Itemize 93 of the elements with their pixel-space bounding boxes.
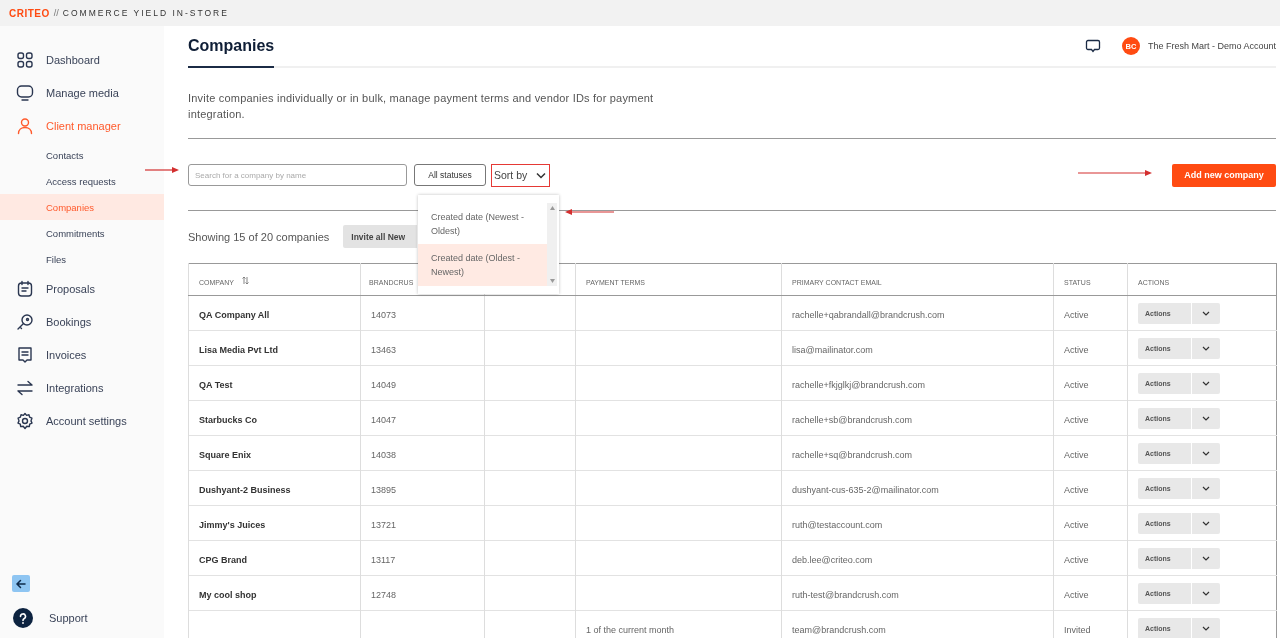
question-mark-icon <box>19 612 27 624</box>
table-cell: Active <box>1064 310 1089 320</box>
receipt-icon <box>16 345 34 364</box>
caret-icon <box>1202 310 1210 316</box>
table-cell: team@brandcrush.com <box>792 625 886 635</box>
table-cell: Square Enix <box>199 450 252 460</box>
table-cell: Dushyant-2 Business <box>199 485 291 495</box>
caret-icon <box>1202 485 1210 491</box>
caret-icon <box>1202 415 1210 421</box>
table-cell: CPG Brand <box>199 555 247 565</box>
support-link[interactable]: Support <box>0 592 164 638</box>
menu-option[interactable]: Created date (Newest - Oldest) <box>418 202 547 244</box>
collapse-button[interactable] <box>12 575 30 592</box>
table-cell: rachelle+fkjglkj@brandcrush.com <box>792 380 925 390</box>
caret-icon <box>1202 520 1210 526</box>
sidebar-item[interactable]: Proposals <box>0 272 164 305</box>
table-cell: Lisa Media Pvt Ltd <box>199 345 278 355</box>
table-cell: rachelle+qabrandall@brandcrush.com <box>792 310 945 320</box>
table-cell: Active <box>1064 520 1089 530</box>
sidebar-item[interactable]: Bookings <box>0 305 164 338</box>
caret-icon <box>1202 590 1210 596</box>
invite-button[interactable]: Invite all New <box>343 225 418 248</box>
sort-arrows-icon[interactable] <box>241 275 249 285</box>
sidebar-subitem[interactable]: Files <box>0 246 164 272</box>
brand-logo: CRITEO <box>9 7 50 19</box>
scrollbar[interactable] <box>547 202 557 286</box>
table-cell: 12748 <box>371 590 397 600</box>
table-cell: 13895 <box>371 485 397 495</box>
table-cell: 13117 <box>371 555 396 565</box>
sidebar-subitem[interactable]: Commitments <box>0 220 164 246</box>
table-cell: Active <box>1064 450 1089 460</box>
table-cell: dushyant-cus-635-2@mailinator.com <box>792 485 939 495</box>
table-cell: Active <box>1064 555 1089 565</box>
page-description: Invite companies individually or in bulk, manage payment terms and vendor IDs for payment integration. <box>188 91 655 122</box>
chat-bubble-icon <box>1084 38 1101 54</box>
logo-separator: // <box>53 8 59 18</box>
product-name: COMMERCE YIELD IN-STORE <box>62 8 229 18</box>
annotation-arrow-icon <box>565 207 615 217</box>
scroll-down-icon <box>549 278 555 283</box>
status-filter-button[interactable]: All statuses <box>414 164 486 186</box>
swap-arrows-icon <box>16 378 34 397</box>
table-cell: Active <box>1064 345 1089 355</box>
caret-icon <box>1202 380 1210 386</box>
table-cell: 14038 <box>371 450 397 460</box>
account-name[interactable]: The Fresh Mart - Demo Account <box>1147 41 1276 51</box>
table-cell: 14049 <box>371 380 397 390</box>
sort-dropdown[interactable]: Sort by <box>491 163 550 187</box>
results-count: Showing 15 of 20 companies <box>188 230 330 243</box>
person-icon <box>16 116 34 135</box>
gear-icon <box>16 411 34 430</box>
sidebar-subitem[interactable]: Access requests <box>0 168 164 194</box>
table-cell: ruth@testaccount.com <box>792 520 883 530</box>
table-cell: Active <box>1064 590 1089 600</box>
search-field[interactable]: Search for a company by name <box>188 164 407 186</box>
table-cell: QA Company All <box>199 310 270 320</box>
table-cell: Active <box>1064 485 1089 495</box>
table-cell: Jimmy's Juices <box>199 520 266 530</box>
table-cell: 13721 <box>371 520 397 530</box>
table-cell: deb.lee@criteo.com <box>792 555 873 565</box>
table-cell: Active <box>1064 415 1089 425</box>
sidebar-subitem[interactable]: Contacts <box>0 142 164 168</box>
annotation-arrow-icon <box>1078 168 1152 178</box>
table-cell: Starbucks Co <box>199 415 258 425</box>
annotation-arrow-icon <box>145 165 179 175</box>
table-cell: 14073 <box>371 310 397 320</box>
sidebar-item[interactable]: Dashboard <box>0 43 164 76</box>
table-cell: 1 of the current month <box>586 625 675 635</box>
sidebar-item[interactable]: Integrations <box>0 371 164 404</box>
table-cell: lisa@mailinator.com <box>792 345 873 355</box>
table-cell: QA Test <box>199 380 233 390</box>
arrow-left-icon <box>15 577 27 590</box>
key-icon <box>16 312 34 331</box>
sidebar-item[interactable]: Account settings <box>0 404 164 437</box>
menu-option[interactable]: Created date (Oldest - Newest) <box>418 244 547 286</box>
monitor-icon <box>16 83 34 102</box>
caret-icon <box>1202 345 1210 351</box>
table-cell: Invited <box>1064 625 1091 635</box>
caret-icon <box>1202 555 1210 561</box>
grid-icon <box>16 50 34 69</box>
table-cell: 14047 <box>371 415 397 425</box>
page-title: Companies <box>188 36 275 56</box>
table-cell: My cool shop <box>199 590 257 600</box>
table-cell: rachelle+sb@brandcrush.com <box>792 415 912 425</box>
caret-icon <box>1202 625 1210 631</box>
document-icon <box>16 279 34 298</box>
table-cell: ruth-test@brandcrush.com <box>792 590 899 600</box>
sidebar-item[interactable]: Invoices <box>0 338 164 371</box>
sidebar-item[interactable]: Manage media <box>0 76 164 109</box>
table-cell: Active <box>1064 380 1089 390</box>
chevron-down-icon <box>536 171 547 179</box>
table-cell: rachelle+sq@brandcrush.com <box>792 450 912 460</box>
caret-icon <box>1202 450 1210 456</box>
table-cell: 13463 <box>371 345 397 355</box>
